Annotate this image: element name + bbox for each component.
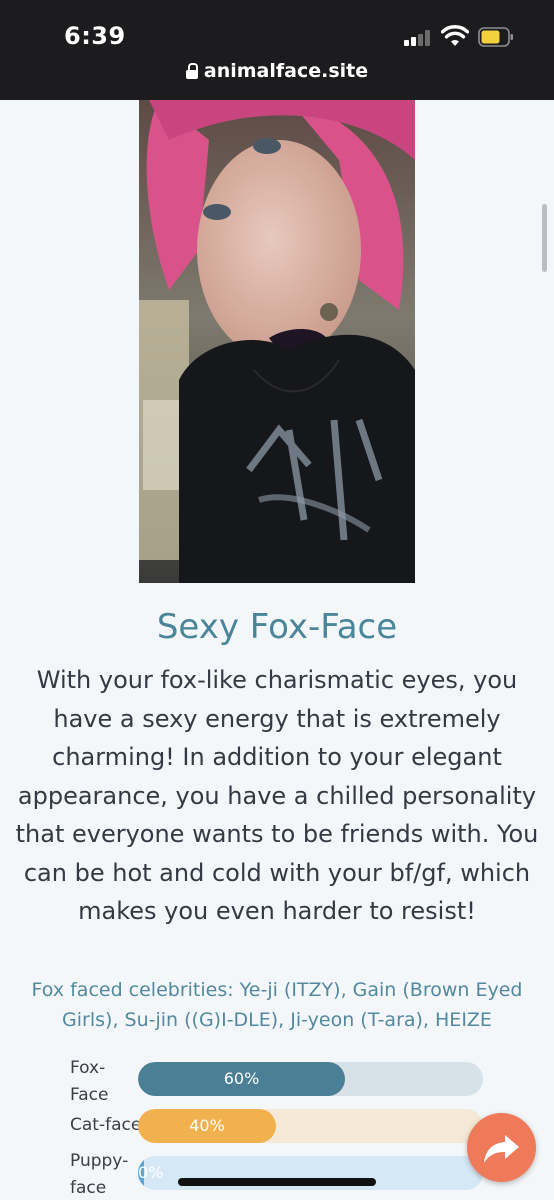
share-button[interactable] [467, 1113, 536, 1182]
result-title: Sexy Fox-Face [156, 607, 398, 647]
status-time: 6:39 [64, 22, 126, 50]
battery-icon [478, 27, 513, 47]
wifi-icon [441, 25, 469, 46]
address-bar[interactable]: animalface.site [0, 60, 554, 82]
url-text: animalface.site [203, 60, 369, 82]
lock-icon [185, 63, 198, 79]
home-indicator[interactable] [178, 1178, 376, 1186]
bar-label: Puppy-face [70, 1151, 129, 1198]
cellular-signal-icon [404, 30, 434, 46]
result-description: With your fox-like charismatic eyes, you… [15, 666, 539, 925]
celebrity-list: Fox faced celebrities: Ye-ji (ITZY), Gai… [31, 979, 523, 1031]
bar-track: 40% [138, 1109, 483, 1143]
bar-track: 60% [138, 1062, 483, 1096]
share-arrow-icon [484, 1135, 519, 1163]
user-photo [139, 100, 415, 583]
bar-percent-label: 60% [223, 1069, 260, 1088]
scrollbar-thumb[interactable] [542, 204, 547, 272]
bar-percent-label: 40% [189, 1116, 225, 1135]
bar-percent-label: 0% [138, 1163, 164, 1182]
screen: 6:39 animalface.site Sexy Fox-Face With … [0, 0, 554, 1200]
bar-label: Fox-Face [70, 1058, 109, 1105]
browser-chrome: 6:39 animalface.site [0, 0, 554, 100]
bar-label: Cat-face [70, 1115, 142, 1135]
